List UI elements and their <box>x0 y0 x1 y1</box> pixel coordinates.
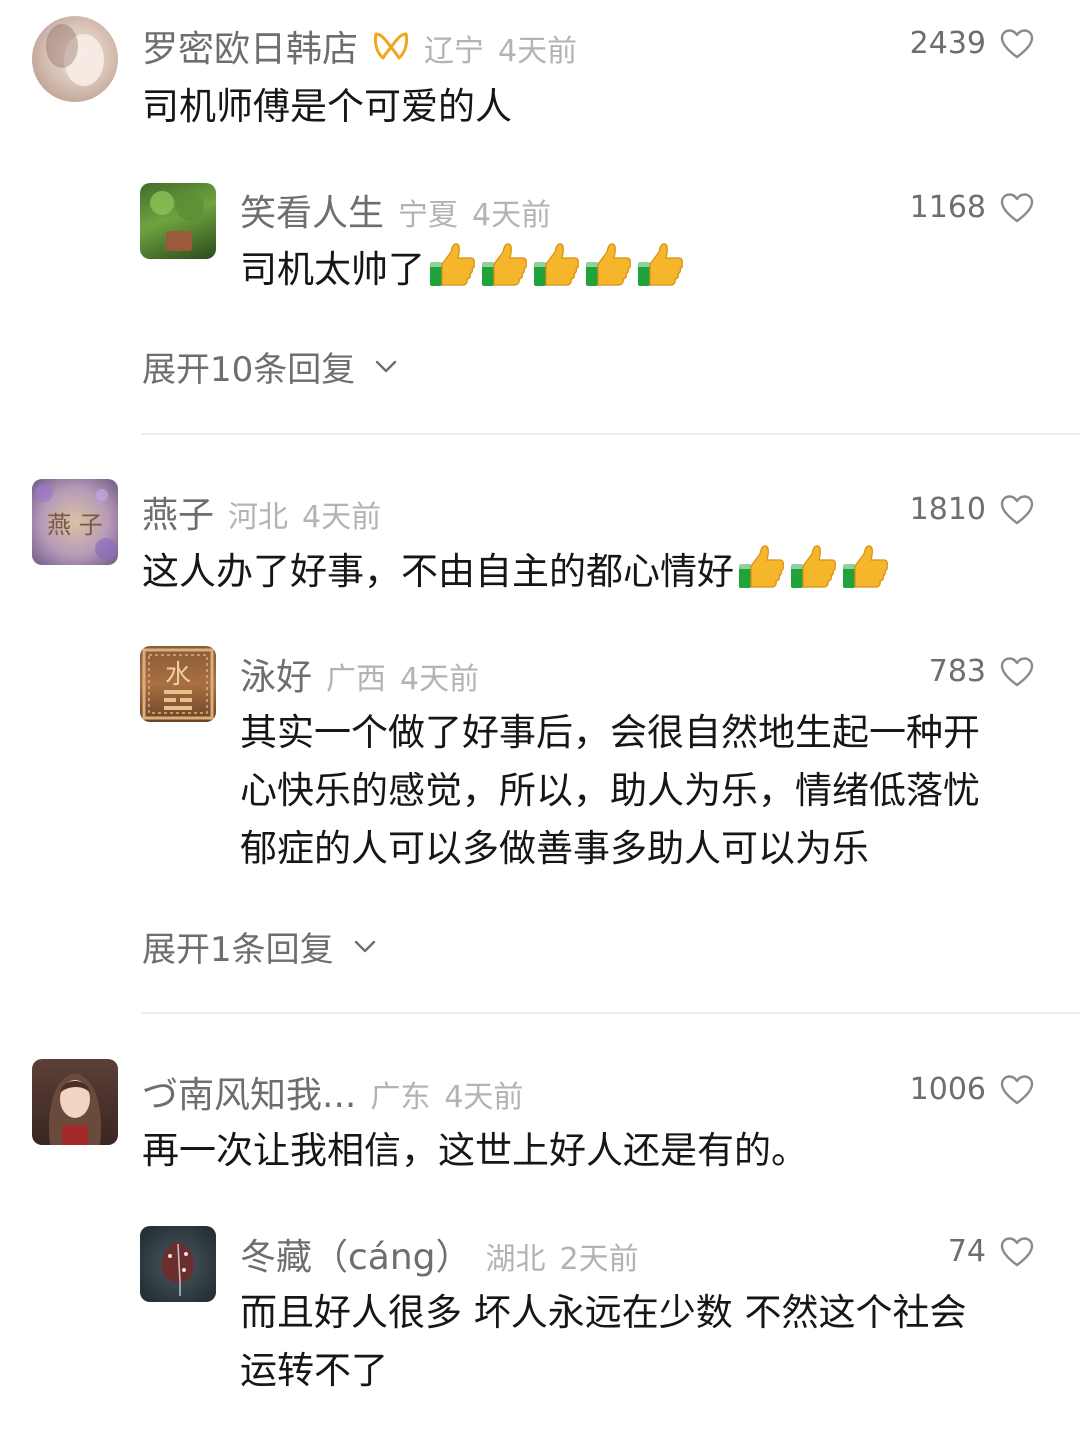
like-button[interactable]: 74 <box>948 1234 1034 1269</box>
reply-text-line: 运转不了 <box>240 1349 388 1392</box>
commenter-name[interactable]: づ南风知我... <box>142 1066 356 1118</box>
region-label: 湖北 <box>485 1242 546 1277</box>
like-count: 74 <box>947 1234 986 1269</box>
comment-text: 再一次让我相信，这世上好人还是有的。 <box>142 1129 808 1172</box>
timestamp: 4天前 <box>444 1080 524 1115</box>
avatar[interactable] <box>140 1226 216 1302</box>
comment-3: づ南风知我... 广东 4天前 1006 再一次让我相信，这世上好人还是有的。 … <box>0 0 1080 1440</box>
avatar[interactable] <box>32 1059 118 1145</box>
heart-outline-icon <box>1000 1236 1034 1266</box>
like-button[interactable]: 1006 <box>910 1072 1034 1107</box>
heart-outline-icon <box>1000 1074 1034 1104</box>
region-label: 广东 <box>370 1080 431 1115</box>
reply-text-line: 而且好人很多 坏人永远在少数 不然这个社会 <box>240 1291 967 1334</box>
timestamp: 2天前 <box>559 1242 639 1277</box>
like-count: 1006 <box>909 1072 986 1107</box>
reply-text: 而且好人很多 坏人永远在少数 不然这个社会 运转不了 <box>240 1284 1040 1400</box>
commenter-name[interactable]: 冬藏（cáng） <box>240 1228 472 1280</box>
